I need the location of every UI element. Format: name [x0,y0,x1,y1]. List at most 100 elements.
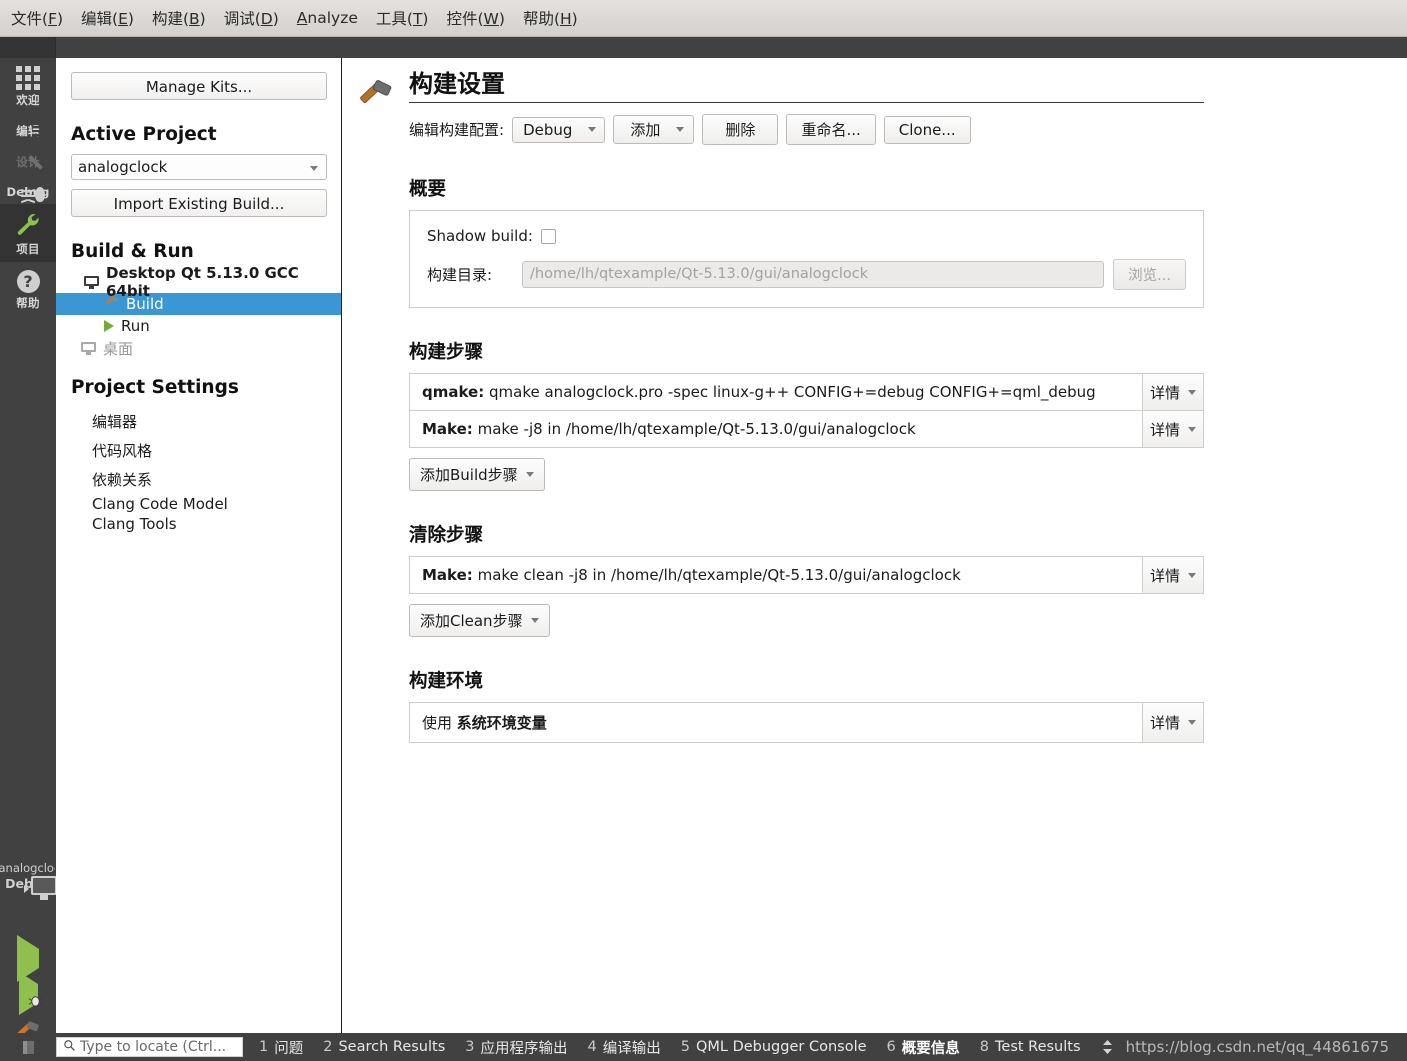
kit-selector[interactable]: analogclock Debug [0,861,57,900]
mode-design[interactable]: 设计 [0,144,56,175]
menu-item-analyze-label: Analyze [296,9,358,27]
output-pane-qml-debugger-console-num: 5 [680,1039,690,1055]
output-pane-compile-output-num: 4 [587,1039,597,1055]
menu-item-analyze[interactable]: Analyze [288,6,367,30]
tree-item-kit[interactable]: Desktop Qt 5.13.0 GCC 64bit [56,264,341,300]
add-config-label: 添加 [630,121,661,140]
output-pane-updown-button[interactable] [1101,1038,1114,1056]
mode-debug[interactable]: Debug [0,175,56,204]
clone-config-label: Clone... [898,120,956,139]
page-title: 构建设置 [409,70,505,98]
build-step-make-details-button[interactable]: 详情 [1142,411,1203,448]
output-pane-test-results-num: 8 [979,1039,989,1055]
play-with-bug-icon[interactable] [18,972,42,1015]
output-pane-app-output[interactable]: 3 应用程序输出 [455,1037,577,1058]
build-step-qmake-details-label: 详情 [1149,383,1180,402]
chevron-down-icon [1188,720,1196,726]
output-pane-compile-output[interactable]: 4 编译输出 [578,1037,671,1058]
project-setting-editor[interactable]: 编辑器 [71,407,326,436]
browse-button[interactable]: 浏览... [1113,259,1186,291]
summary-heading: 概要 [409,179,447,201]
add-build-step-label: 添加Build步骤 [420,466,518,485]
menu-item-edit[interactable]: 编辑(E) [72,4,143,32]
monitor-icon [84,275,99,289]
add-build-step-button[interactable]: 添加Build步骤 [409,458,545,492]
project-left-panel: Manage Kits... Active Project analogcloc… [56,58,342,1033]
active-project-select[interactable]: analogclock [71,154,327,180]
build-config-value: Debug [523,120,573,139]
active-project-heading: Active Project [71,124,217,145]
chevron-down-icon [525,472,534,478]
qt-creator-window: 文件(F) 编辑(E) 构建(B) 调试(D) Analyze 工具(T) 控件… [0,0,1407,1061]
output-pane-qml-debugger-console[interactable]: 5 QML Debugger Console [671,1039,877,1055]
edit-build-config-label: 编辑构建配置: [409,121,505,140]
mode-help[interactable]: ? 帮助 [0,262,56,316]
manage-kits-button[interactable]: Manage Kits... [71,72,327,100]
project-setting-code-style[interactable]: 代码风格 [71,436,326,465]
menu-item-file[interactable]: 文件(F) [2,4,72,32]
tree-item-run[interactable]: Run [56,315,341,337]
project-setting-dependencies[interactable]: 依赖关系 [71,465,326,494]
output-pane-search-results-label: Search Results [338,1039,446,1055]
output-pane-search-results-num: 2 [323,1039,333,1055]
menu-item-build[interactable]: 构建(B) [143,4,215,32]
summary-panel: Shadow build: 构建目录: /home/lh/qtexample/Q… [409,210,1204,309]
build-environment-use-label: 使用 [422,714,453,733]
output-pane-issues[interactable]: 1 问题 [249,1037,313,1058]
build-step-qmake-desc: qmake: qmake analogclock.pro -spec linux… [410,374,1142,410]
tree-item-desktop[interactable]: 桌面 [56,337,341,359]
clean-step-make: Make: make clean -j8 in /home/lh/qtexamp… [409,556,1204,595]
clean-step-make-details-button[interactable]: 详情 [1142,557,1203,594]
build-directory-input[interactable]: /home/lh/qtexample/Qt-5.13.0/gui/analogc… [522,261,1105,289]
shadow-build-checkbox[interactable] [540,228,556,244]
import-existing-build-button[interactable]: Import Existing Build... [71,189,327,217]
menu-item-help[interactable]: 帮助(H) [514,4,587,32]
build-config-select[interactable]: Debug [512,116,606,143]
panel-toggle-icon [22,1040,34,1054]
remove-config-button[interactable]: 删除 [702,114,779,146]
rename-config-button[interactable]: 重命名... [786,114,876,146]
mode-help-label: 帮助 [16,296,40,310]
tree-item-build-label: Build [126,295,164,313]
output-pane-test-results[interactable]: 8 Test Results [970,1039,1091,1055]
output-pane-general-messages-label: 概要信息 [901,1040,960,1057]
mode-edit[interactable]: 编辑 [0,113,56,144]
build-step-make-command: make -j8 in /home/lh/qtexample/Qt-5.13.0… [477,420,916,439]
play-triangle-icon [104,320,114,332]
watermark: https://blog.csdn.net/qq_44861675 [1125,1038,1389,1056]
add-clean-step-label: 添加Clean步骤 [420,612,523,631]
mode-welcome-label: 欢迎 [16,93,40,107]
mode-welcome[interactable]: 欢迎 [0,58,56,113]
build-step-make-details-label: 详情 [1149,420,1180,439]
build-step-qmake-command: qmake analogclock.pro -spec linux-g++ CO… [489,383,1096,402]
chevron-down-icon [1188,389,1196,395]
mode-projects[interactable]: 项目 [0,204,56,262]
add-config-button[interactable]: 添加 [613,115,695,145]
add-clean-step-button[interactable]: 添加Clean步骤 [409,604,550,638]
rename-config-label: 重命名... [801,121,861,140]
output-pane-search-results[interactable]: 2 Search Results [313,1039,455,1055]
build-step-qmake-name: qmake: [422,383,485,402]
build-environment-desc: 使用 系统环境变量 [410,703,1142,742]
hammer-icon [104,295,119,314]
build-settings-content: 构建设置 编辑构建配置: Debug 添加 删除 重命名... Clone... [343,58,1407,1033]
menu-item-tools[interactable]: 工具(T) [367,4,438,32]
build-step-qmake-details-button[interactable]: 详情 [1142,374,1203,411]
project-setting-clang-code-model[interactable]: Clang Code Model [71,494,326,514]
top-dark-band [0,37,1407,58]
menu-item-window[interactable]: 控件(W) [437,4,513,32]
clone-config-button[interactable]: Clone... [883,115,971,144]
title-divider [409,102,1204,104]
output-pane-toggle[interactable] [0,1033,56,1061]
build-directory-row: 构建目录: /home/lh/qtexample/Qt-5.13.0/gui/a… [427,259,1186,291]
menu-item-debug-label: 调试(D) [223,10,279,28]
chevron-down-icon [1188,572,1196,578]
play-triangle-icon[interactable] [17,935,39,982]
menu-item-debug[interactable]: 调试(D) [215,4,288,32]
locator-field[interactable]: Type to locate (Ctrl... [56,1037,243,1057]
build-environment-details-button[interactable]: 详情 [1142,703,1203,743]
output-pane-general-messages[interactable]: 6 概要信息 [877,1037,970,1058]
clean-step-make-name: Make: [422,566,473,585]
project-setting-clang-tools[interactable]: Clang Tools [71,514,326,534]
remove-config-label: 删除 [725,121,756,140]
